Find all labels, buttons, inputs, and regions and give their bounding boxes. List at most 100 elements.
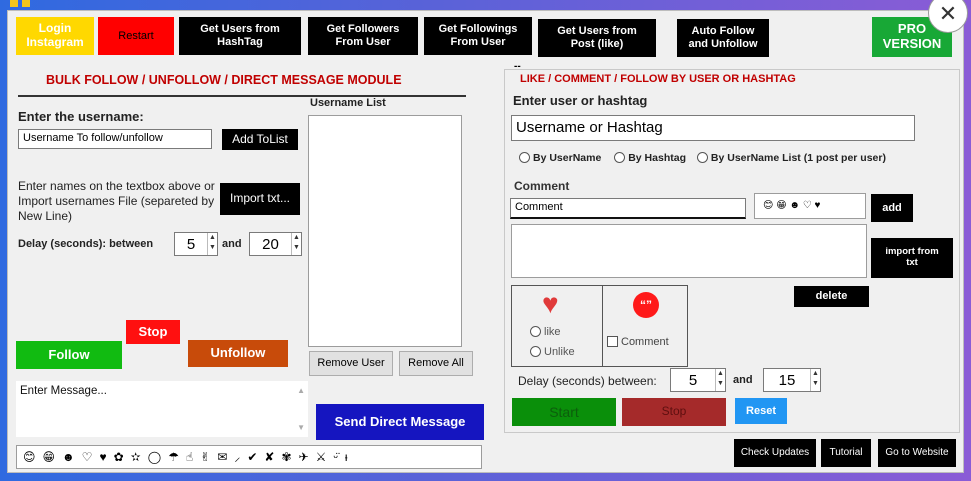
user-hashtag-input[interactable]: Username or Hashtag: [511, 115, 915, 141]
down-arrow-icon[interactable]: ▼: [208, 243, 217, 253]
dash-marker: --: [514, 61, 521, 72]
emoji-button[interactable]: ✔: [247, 450, 257, 464]
import-txt-button[interactable]: Import txt...: [220, 183, 300, 215]
right-stop-button[interactable]: Stop: [622, 398, 726, 426]
follow-button[interactable]: Follow: [16, 341, 122, 369]
comment-checkbox[interactable]: Comment: [607, 336, 669, 348]
emoji-button[interactable]: ᵻ: [345, 450, 348, 464]
delete-button[interactable]: delete: [794, 286, 869, 307]
radio-label: By Hashtag: [628, 152, 686, 164]
emoji-button[interactable]: ✫: [131, 450, 141, 464]
import-help-text: Enter names on the textbox above or Impo…: [18, 179, 215, 223]
emoji-button[interactable]: ♡: [82, 450, 93, 464]
remove-user-button[interactable]: Remove User: [309, 351, 393, 376]
up-arrow-icon[interactable]: ▲: [716, 369, 725, 379]
emoji-button[interactable]: ✾: [281, 450, 291, 464]
delay-to-value: 20: [262, 235, 279, 253]
send-direct-message-button[interactable]: Send Direct Message: [316, 404, 484, 440]
unlike-label: Unlike: [544, 346, 575, 358]
app-window: Login Instagram Restart Get Users from H…: [7, 0, 968, 473]
emoji-button[interactable]: ◯: [148, 450, 161, 464]
radio-by-hashtag[interactable]: By Hashtag: [614, 152, 686, 164]
radio-group: By UserName By Hashtag By UserName List …: [519, 152, 886, 164]
emoji-button[interactable]: ✌: [200, 450, 210, 464]
emoji-button[interactable]: ᵕ̈: [333, 450, 338, 464]
like-module-title: LIKE / COMMENT / FOLLOW BY USER OR HASHT…: [520, 73, 796, 85]
comment-emoji-picker[interactable]: 😊 😁 ☻ ♡ ♥: [754, 193, 866, 219]
up-arrow-icon[interactable]: ▲: [811, 369, 820, 379]
import-from-txt-button[interactable]: import from txt: [871, 238, 953, 278]
down-arrow-icon[interactable]: ▼: [811, 379, 820, 389]
right-delay-label: Delay (seconds) between:: [518, 374, 657, 388]
radio-by-list[interactable]: By UserName List (1 post per user): [696, 152, 886, 164]
comment-input[interactable]: Comment: [510, 198, 746, 219]
radio-by-username[interactable]: By UserName: [519, 152, 601, 164]
enter-user-hashtag-label: Enter user or hashtag: [513, 93, 648, 108]
emoji-button[interactable]: 😁: [43, 450, 56, 464]
speech-bubble-icon: “”: [633, 292, 659, 318]
window-frame: Login Instagram Restart Get Users from H…: [0, 0, 971, 481]
scroll-up-icon[interactable]: ▲: [297, 386, 305, 395]
get-users-hashtag-button[interactable]: Get Users from HashTag: [179, 17, 301, 55]
unfollow-button[interactable]: Unfollow: [188, 340, 288, 367]
get-followers-button[interactable]: Get Followers From User: [308, 17, 418, 55]
right-delay-to-stepper[interactable]: 15 ▲ ▼: [763, 368, 821, 392]
get-followings-button[interactable]: Get Followings From User: [424, 17, 532, 55]
up-arrow-icon[interactable]: ▲: [208, 233, 217, 243]
check-updates-button[interactable]: Check Updates: [734, 439, 816, 467]
emoji-button[interactable]: ☻: [62, 450, 75, 464]
login-instagram-button[interactable]: Login Instagram: [16, 17, 94, 55]
right-delay-from-value: 5: [688, 371, 698, 389]
start-button[interactable]: Start: [512, 398, 616, 426]
emoji-button[interactable]: ⚔: [316, 450, 327, 464]
emoji-button[interactable]: ✉: [217, 450, 227, 464]
emoji-button[interactable]: ☝: [186, 450, 193, 464]
go-to-website-button[interactable]: Go to Website: [878, 439, 956, 467]
comment-box: “” Comment: [602, 285, 688, 367]
message-placeholder: Enter Message...: [20, 385, 107, 397]
emoji-button[interactable]: ♥: [99, 450, 106, 464]
emoji-button[interactable]: ✘: [264, 450, 274, 464]
heart-icon: ♥: [542, 288, 559, 319]
add-to-list-button[interactable]: Add ToList: [222, 129, 298, 150]
down-arrow-icon[interactable]: ▼: [716, 379, 725, 389]
delay-to-stepper[interactable]: 20 ▲ ▼: [249, 232, 302, 256]
emoji-button[interactable]: ⸝: [234, 450, 240, 464]
delay-from-stepper[interactable]: 5 ▲ ▼: [174, 232, 218, 256]
emoji-button[interactable]: ☂: [168, 450, 179, 464]
tutorial-button[interactable]: Tutorial: [821, 439, 871, 467]
radio-label: By UserName List (1 post per user): [710, 152, 886, 164]
comment-list[interactable]: [511, 224, 867, 278]
emoji-button[interactable]: 😊: [23, 450, 36, 464]
right-delay-to-value: 15: [778, 371, 796, 389]
emoji-button[interactable]: ✿: [114, 450, 124, 464]
close-icon[interactable]: ✕: [928, 0, 968, 33]
right-delay-from-stepper[interactable]: 5 ▲ ▼: [670, 368, 726, 392]
right-delay-and: and: [733, 374, 753, 386]
delay-from-value: 5: [186, 235, 196, 253]
username-list[interactable]: [308, 115, 462, 347]
restart-button[interactable]: Restart: [98, 17, 174, 55]
scroll-down-icon[interactable]: ▼: [297, 423, 305, 432]
like-box: ♥ like Unlike: [511, 285, 603, 367]
emoji-button[interactable]: ✈: [299, 450, 309, 464]
remove-all-button[interactable]: Remove All: [399, 351, 473, 376]
brand-mark: [10, 0, 18, 7]
up-arrow-icon[interactable]: ▲: [292, 233, 301, 243]
get-users-post-button[interactable]: Get Users from Post (like): [538, 19, 656, 57]
like-label: like: [544, 326, 561, 338]
like-radio[interactable]: like: [530, 326, 561, 338]
reset-button[interactable]: Reset: [735, 398, 787, 424]
divider: [18, 95, 466, 97]
username-input[interactable]: Username To follow/unfollow: [18, 129, 212, 149]
message-textarea[interactable]: Enter Message... ▲ ▼: [16, 381, 308, 437]
radio-label: By UserName: [533, 152, 602, 164]
add-comment-button[interactable]: add: [871, 194, 913, 222]
emoji-bar: 😊 😁 ☻ ♡ ♥ ✿ ✫ ◯ ☂ ☝ ✌ ✉ ⸝ ✔ ✘ ✾ ✈ ⚔ ᵕ̈ ᵻ: [16, 445, 482, 469]
comment-label: Comment: [514, 179, 570, 193]
down-arrow-icon[interactable]: ▼: [292, 243, 301, 253]
stop-button[interactable]: Stop: [126, 320, 180, 344]
auto-follow-button[interactable]: Auto Follow and Unfollow: [677, 19, 769, 57]
unlike-radio[interactable]: Unlike: [530, 346, 575, 358]
brand-mark: [22, 0, 30, 7]
